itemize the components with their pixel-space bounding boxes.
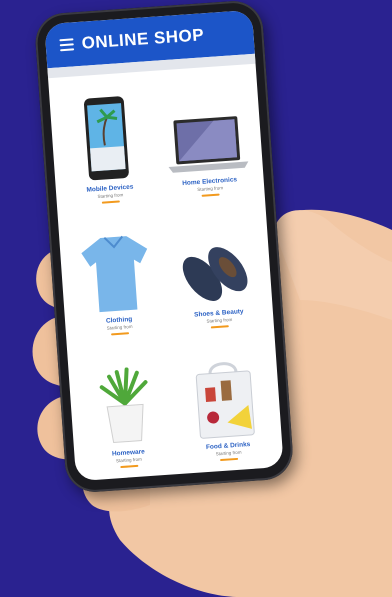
shirt-icon [68,222,164,316]
product-price: Starting from [197,184,224,192]
product-card-homeware[interactable]: Homeware Starting from [71,340,180,475]
product-card-clothing[interactable]: Clothing Starting from [62,207,171,342]
buy-button[interactable] [111,332,130,336]
smartphone: ONLINE SHOP Mobile Devices Starting from [33,0,295,494]
buy-button[interactable] [120,464,139,469]
laptop-icon [158,83,254,177]
product-price: Starting from [106,324,133,332]
buy-button[interactable] [101,200,120,204]
smartphone-icon [58,90,154,184]
app-title: ONLINE SHOP [81,25,205,53]
product-price: Starting from [206,317,233,325]
shoes-icon [167,215,263,309]
buy-button[interactable] [201,193,220,197]
product-price: Starting from [215,449,242,457]
product-price: Starting from [97,191,124,199]
plant-icon [77,355,173,449]
product-price: Starting from [115,456,142,464]
product-card-shoes-beauty[interactable]: Shoes & Beauty Starting from [161,200,270,335]
product-card-home-electronics[interactable]: Home Electronics Starting from [152,68,261,203]
buy-button[interactable] [210,325,229,329]
product-card-mobile-devices[interactable]: Mobile Devices Starting from [52,75,161,210]
buy-button[interactable] [220,457,239,462]
hamburger-menu-icon[interactable] [59,38,75,52]
product-card-food-drinks[interactable]: Food & Drinks Starting from [171,333,280,468]
phone-screen: ONLINE SHOP Mobile Devices Starting from [44,9,284,482]
grocery-bag-icon [177,348,273,442]
product-grid: Mobile Devices Starting from Home Electr… [48,64,284,482]
